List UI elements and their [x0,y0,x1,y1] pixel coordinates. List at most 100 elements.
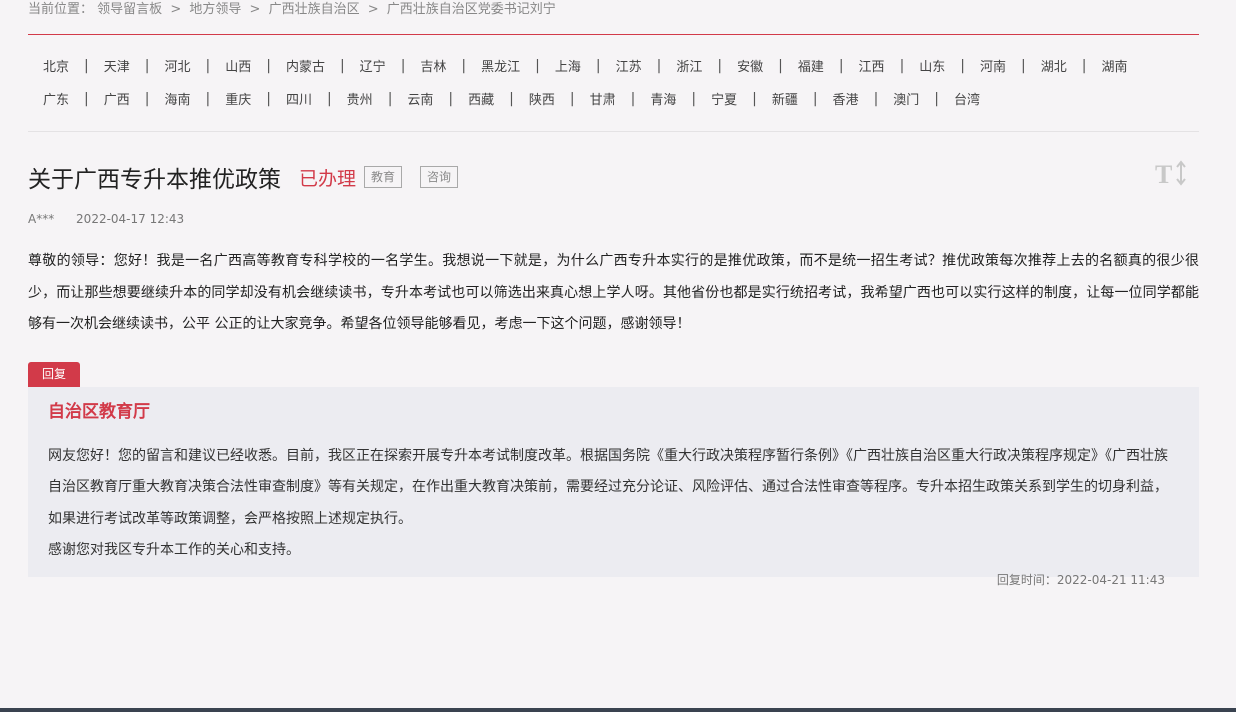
reply-label: 回复 [28,361,81,387]
status-badge: 已办理 [299,167,357,190]
region-item: | 吉林 [401,56,462,76]
region-item: | 河南 [960,56,1021,76]
region-item: | 湖北 [1021,56,1082,76]
reply-box: 自治区教育厅 网友您好！您的留言和建议已经收悉。目前，我区正在探索开展专升本考试… [28,386,1199,587]
breadcrumb-link-guangxi[interactable]: 广西壮族自治区 [269,2,360,17]
breadcrumb-separator: > [170,2,182,17]
region-link[interactable]: 山西 [210,56,266,75]
region-link[interactable]: 天津 [89,56,145,75]
post-author: A*** [28,212,55,226]
tag-consult: 咨询 [420,166,459,188]
region-item: | 上海 [535,56,596,76]
region-item: | 宁夏 [691,89,752,109]
page-container: 当前位置： 领导留言板 > 地方领导 > 广西壮族自治区 > 广西壮族自治区党委… [28,0,1199,587]
breadcrumb-separator: > [367,2,379,17]
region-link[interactable]: 香港 [818,89,874,108]
region-link[interactable]: 安徽 [722,56,778,75]
region-item: | 湖南 [1082,56,1143,76]
region-row-1: 北京 | 天津 | 河北 | 山西 | 内蒙古 | 辽宁 | 吉林 | 黑龙江 | 上海 | 江苏 | 浙江 | 安徽 | 福建… [28,49,1199,82]
region-link[interactable]: 福建 [783,56,839,75]
region-item: | 青海 [631,89,692,109]
svg-text:T: T [1155,160,1172,187]
region-link[interactable]: 吉林 [405,56,461,75]
region-item: | 黑龙江 [461,56,535,76]
region-item: | 河北 [145,56,206,76]
region-link[interactable]: 宁夏 [696,89,752,108]
breadcrumb: 当前位置： 领导留言板 > 地方领导 > 广西壮族自治区 > 广西壮族自治区党委… [28,0,1199,35]
region-item: | 安徽 [717,56,778,76]
region-link[interactable]: 海南 [149,89,205,108]
reply-time: 回复时间：2022-04-21 11:43 [996,572,1165,587]
region-item: 北京 [28,56,84,75]
region-item: | 甘肃 [570,89,631,109]
reply-paragraph: 网友您好！您的留言和建议已经收悉。目前，我区正在探索开展专升本考试制度改革。根据… [48,447,1168,527]
reply-paragraph: 感谢您对我区专升本工作的关心和支持。 [48,542,300,558]
region-item: | 西藏 [448,89,509,109]
region-item: | 江苏 [596,56,657,76]
reply-content: 网友您好！您的留言和建议已经收悉。目前，我区正在探索开展专升本考试制度改革。根据… [48,441,1172,567]
region-nav: 北京 | 天津 | 河北 | 山西 | 内蒙古 | 辽宁 | 吉林 | 黑龙江 | 上海 | 江苏 | 浙江 | 安徽 | 福建… [28,35,1199,132]
region-link[interactable]: 江西 [844,56,900,75]
region-link[interactable]: 甘肃 [575,89,631,108]
region-link[interactable]: 河北 [149,56,205,75]
region-link[interactable]: 新疆 [757,89,813,108]
region-link[interactable]: 辽宁 [345,56,401,75]
region-link[interactable]: 台湾 [939,89,995,108]
region-link[interactable]: 黑龙江 [466,56,535,75]
post-title: 关于广西专升本推优政策 [28,167,281,193]
post-content: 尊敬的领导：您好！我是一名广西高等教育专科学校的一名学生。我想说一下就是，为什么… [28,253,1199,332]
region-link[interactable]: 重庆 [210,89,266,108]
region-link[interactable]: 湖南 [1086,56,1142,75]
region-link[interactable]: 西藏 [453,89,509,108]
region-item: | 重庆 [205,89,266,109]
breadcrumb-link-leader-board[interactable]: 领导留言板 [97,2,162,17]
breadcrumb-prefix: 当前位置： [28,2,94,17]
region-item: | 贵州 [327,89,388,109]
region-link[interactable]: 湖北 [1026,56,1082,75]
region-link[interactable]: 河南 [965,56,1021,75]
region-row-2: 广东 | 广西 | 海南 | 重庆 | 四川 | 贵州 | 云南 | 西藏 | 陕西 | 甘肃 | 青海 | 宁夏 | 新疆 | 香… [28,82,1199,115]
region-link[interactable]: 青海 [635,89,691,108]
region-link[interactable]: 云南 [392,89,448,108]
region-item: | 辽宁 [340,56,401,76]
region-item: | 山西 [205,56,266,76]
reply-organization: 自治区教育厅 [48,401,150,422]
region-item: | 江西 [839,56,900,76]
region-link[interactable]: 四川 [271,89,327,108]
region-item: | 山东 [900,56,961,76]
region-item: | 浙江 [657,56,718,76]
breadcrumb-current-leader[interactable]: 广西壮族自治区党委书记刘宁 [387,2,556,17]
region-link[interactable]: 贵州 [332,89,388,108]
breadcrumb-link-local-leaders[interactable]: 地方领导 [189,2,241,17]
region-item: | 内蒙古 [266,56,340,76]
region-link[interactable]: 江苏 [601,56,657,75]
region-item: | 天津 [84,56,145,76]
region-link[interactable]: 内蒙古 [271,56,340,75]
region-link[interactable]: 广东 [28,89,84,108]
region-item: | 新疆 [752,89,813,109]
post-meta: A*** 2022-04-17 12:43 [28,212,1199,230]
region-item: | 福建 [778,56,839,76]
region-item: | 陕西 [509,89,570,109]
region-link[interactable]: 广西 [89,89,145,108]
region-item: | 澳门 [874,89,935,109]
breadcrumb-separator: > [249,2,261,17]
region-item: | 云南 [388,89,449,109]
region-link[interactable]: 浙江 [661,56,717,75]
region-item: | 台湾 [934,89,995,109]
region-link[interactable]: 北京 [28,56,84,75]
post-header: 关于广西专升本推优政策 已办理 教育 咨询 T [28,160,1199,194]
font-size-toggle-icon[interactable]: T [1153,157,1189,189]
post-date: 2022-04-17 12:43 [76,212,185,226]
region-link[interactable]: 山东 [904,56,960,75]
footer-bar [0,708,1236,712]
region-item: | 香港 [813,89,874,109]
region-item: | 海南 [145,89,206,109]
region-link[interactable]: 澳门 [878,89,934,108]
region-item: 广东 [28,89,84,108]
region-item: | 四川 [266,89,327,109]
tag-education: 教育 [364,166,403,188]
region-link[interactable]: 上海 [540,56,596,75]
region-link[interactable]: 陕西 [514,89,570,108]
region-item: | 广西 [84,89,145,109]
